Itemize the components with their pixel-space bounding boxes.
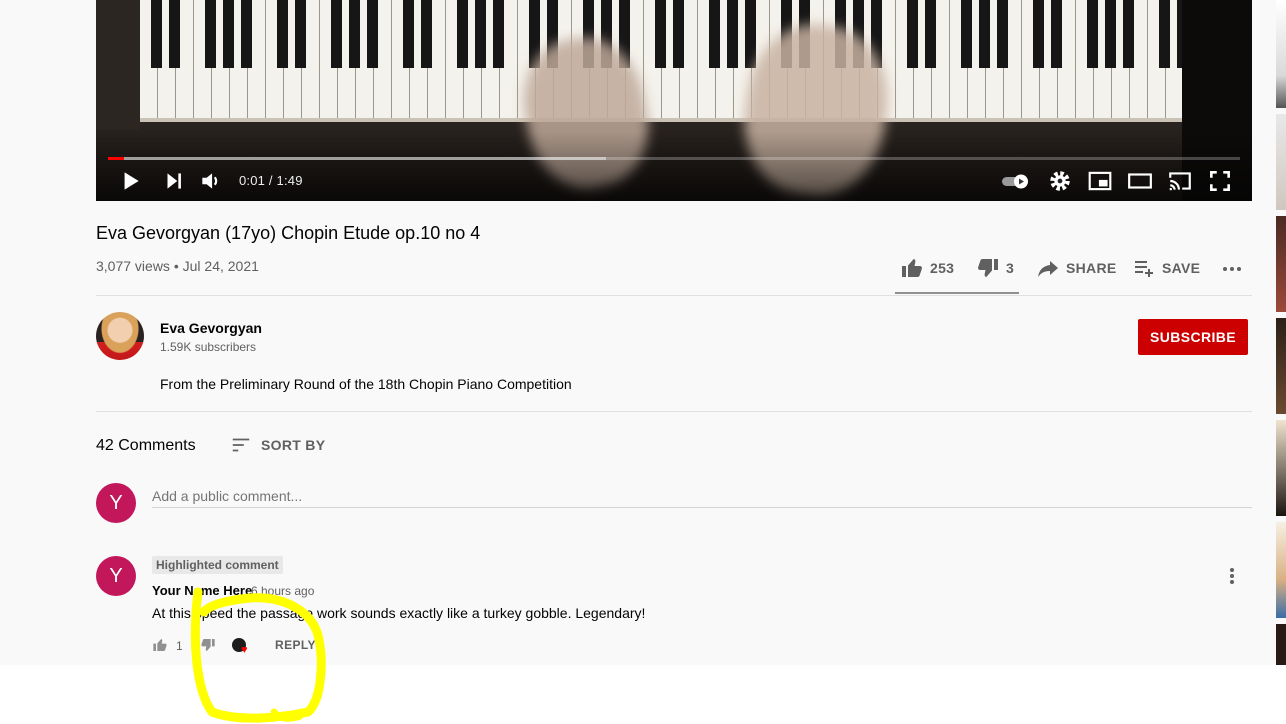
- related-thumbnail[interactable]: [1276, 0, 1286, 108]
- theater-icon: [1128, 173, 1152, 189]
- volume-icon: [202, 173, 218, 189]
- video-frame: [96, 0, 1252, 201]
- comment-count: 42 Comments: [96, 437, 196, 454]
- miniplayer-icon: [1088, 171, 1112, 191]
- user-avatar[interactable]: Y: [96, 483, 136, 523]
- like-count: 253: [930, 260, 955, 276]
- more-icon: [1223, 267, 1241, 271]
- save-playlist-icon: [1135, 261, 1153, 277]
- like-ratio-bar: [895, 292, 1019, 294]
- autoplay-toggle[interactable]: [1001, 168, 1031, 194]
- more-actions-button[interactable]: [1220, 256, 1250, 280]
- fullscreen-icon: [1210, 171, 1230, 191]
- thumb-up-icon: [153, 639, 167, 651]
- fullscreen-button[interactable]: [1207, 168, 1233, 194]
- related-thumbnail[interactable]: [1276, 624, 1286, 665]
- mute-button[interactable]: [198, 168, 224, 194]
- related-thumbnail[interactable]: [1276, 216, 1286, 312]
- dislike-button[interactable]: 3: [976, 256, 1014, 280]
- cast-icon: [1169, 172, 1191, 191]
- video-title: Eva Gevorgyan (17yo) Chopin Etude op.10 …: [96, 223, 481, 243]
- related-thumbnail[interactable]: [1276, 522, 1286, 618]
- video-meta: 3,077 views • Jul 24, 2021: [96, 258, 259, 274]
- dislike-count: 3: [1006, 260, 1015, 276]
- add-comment-input[interactable]: [152, 485, 1252, 507]
- next-button[interactable]: [161, 168, 187, 194]
- video-player[interactable]: 0:01 / 1:49: [96, 0, 1252, 201]
- share-icon: [1038, 261, 1058, 277]
- kebab-menu-icon: [1230, 568, 1234, 584]
- upload-date: Jul 24, 2021: [182, 258, 259, 274]
- related-videos-edge: [1276, 0, 1286, 665]
- theater-mode-button[interactable]: [1127, 168, 1153, 194]
- channel-name[interactable]: Eva Gevorgyan: [160, 320, 262, 336]
- autoplay-toggle-icon: [1002, 174, 1028, 189]
- divider: [96, 295, 1252, 296]
- comment-dislike-button[interactable]: [200, 637, 218, 655]
- time-display: 0:01 / 1:49: [239, 173, 303, 188]
- divider: [96, 411, 1252, 412]
- thumb-down-icon: [201, 639, 215, 651]
- comment-text: At this speed the passage work sounds ex…: [152, 605, 646, 621]
- like-button[interactable]: 253: [900, 256, 954, 280]
- cast-button[interactable]: [1167, 168, 1193, 194]
- play-button[interactable]: [117, 168, 143, 194]
- video-description: From the Preliminary Round of the 18th C…: [160, 376, 572, 392]
- subscriber-count: 1.59K subscribers: [160, 340, 257, 354]
- subscribe-button[interactable]: SUBSCRIBE: [1138, 319, 1248, 355]
- sort-by-button[interactable]: SORT BY: [230, 434, 325, 456]
- settings-icon: [1050, 171, 1070, 191]
- comment-author[interactable]: Your Name Here: [152, 583, 252, 598]
- next-icon: [167, 173, 181, 189]
- play-icon: [124, 172, 139, 190]
- related-thumbnail[interactable]: [1276, 420, 1286, 516]
- reply-button[interactable]: REPLY: [275, 638, 316, 652]
- channel-avatar[interactable]: [96, 312, 144, 360]
- thumb-up-icon: [902, 259, 922, 277]
- comment-like-button[interactable]: [152, 637, 170, 655]
- highlighted-comment-badge: Highlighted comment: [152, 556, 283, 574]
- comment-menu-button[interactable]: [1222, 566, 1242, 586]
- piano-keyboard-image: [140, 0, 1182, 122]
- related-thumbnail[interactable]: [1276, 318, 1286, 414]
- view-count: 3,077 views: [96, 258, 170, 274]
- progress-bar[interactable]: [108, 157, 1240, 160]
- sort-icon: [232, 438, 250, 452]
- related-thumbnail[interactable]: [1276, 114, 1286, 210]
- settings-button[interactable]: [1047, 168, 1073, 194]
- save-button[interactable]: SAVE: [1132, 256, 1200, 280]
- share-button[interactable]: SHARE: [1036, 256, 1117, 280]
- heart-icon: ♥: [241, 644, 248, 656]
- thumb-down-icon: [978, 259, 998, 277]
- miniplayer-button[interactable]: [1087, 168, 1113, 194]
- comment-input-underline: [152, 507, 1252, 508]
- comment-like-count: 1: [176, 639, 183, 653]
- comment-timestamp[interactable]: 6 hours ago: [251, 584, 314, 598]
- commenter-avatar[interactable]: Y: [96, 556, 136, 596]
